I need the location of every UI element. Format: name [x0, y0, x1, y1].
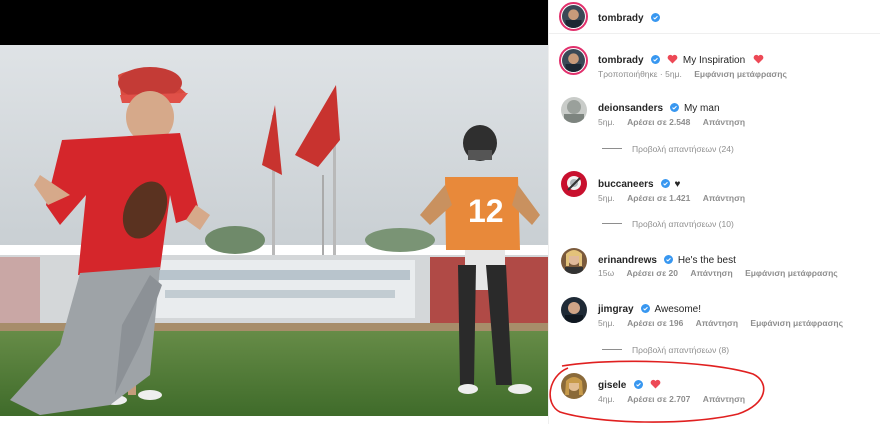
- likes-count[interactable]: Αρέσει σε 196: [627, 318, 683, 328]
- comment-time: 15ω: [598, 268, 615, 278]
- author-username[interactable]: tombrady: [598, 13, 644, 24]
- reply-button[interactable]: Απάντηση: [690, 268, 732, 278]
- comment-time: 5ημ.: [598, 117, 615, 127]
- comment-meta: 15ω Αρέσει σε 20 Απάντηση Εμφάνιση μετάφ…: [598, 268, 848, 278]
- verified-badge-icon: [670, 103, 680, 112]
- commenter-avatar[interactable]: [561, 248, 587, 274]
- jersey-number: 12: [468, 193, 504, 229]
- replies-divider: [602, 148, 622, 149]
- comment-username[interactable]: deionsanders: [598, 103, 663, 114]
- red-heart-icon: [753, 54, 763, 64]
- football-practice-image: 12: [0, 45, 548, 416]
- author-avatar[interactable]: [559, 2, 588, 31]
- comment-line: deionsanders My man: [598, 98, 720, 116]
- verified-badge-icon: [661, 179, 671, 188]
- comment-line: buccaneers ♥: [598, 174, 680, 192]
- reply-button[interactable]: Απάντηση: [696, 318, 738, 328]
- see-translation-link[interactable]: Εμφάνιση μετάφρασης: [694, 69, 787, 79]
- see-translation-link[interactable]: Εμφάνιση μετάφρασης: [745, 268, 838, 278]
- verified-badge-icon: [651, 55, 661, 64]
- post-header: tombrady: [549, 0, 880, 34]
- reply-button[interactable]: Απάντηση: [703, 193, 745, 203]
- view-replies-button[interactable]: Προβολή απαντήσεων (8): [602, 345, 729, 355]
- comment-line: erinandrews He's the best: [598, 250, 736, 268]
- comment-text: He's the best: [677, 255, 736, 266]
- comment-time: 5ημ.: [598, 318, 615, 328]
- comment-text: My man: [683, 103, 720, 114]
- view-replies-label: Προβολή απαντήσεων (24): [632, 144, 734, 154]
- commenter-avatar[interactable]: [561, 297, 587, 323]
- reply-button[interactable]: Απάντηση: [703, 117, 745, 127]
- comment-meta: 5ημ. Αρέσει σε 2.548 Απάντηση: [598, 117, 755, 127]
- comment-username[interactable]: buccaneers: [598, 179, 654, 190]
- verified-badge-icon: [641, 304, 651, 313]
- likes-count[interactable]: Αρέσει σε 1.421: [627, 193, 690, 203]
- post-photo: 12: [0, 0, 548, 424]
- comment-meta: 5ημ. Αρέσει σε 1.421 Απάντηση: [598, 193, 755, 203]
- verified-badge-icon: [651, 13, 661, 22]
- likes-count[interactable]: Αρέσει σε 2.548: [627, 117, 690, 127]
- view-replies-label: Προβολή απαντήσεων (10): [632, 219, 734, 229]
- photo-letterbox: [0, 0, 548, 45]
- view-replies-button[interactable]: Προβολή απαντήσεων (10): [602, 219, 734, 229]
- caption: tombrady My Inspiration: [598, 50, 764, 68]
- caption-username[interactable]: tombrady: [598, 55, 644, 66]
- view-replies-button[interactable]: Προβολή απαντήσεων (24): [602, 144, 734, 154]
- comment-username[interactable]: jimgray: [598, 304, 634, 315]
- comment-text: Awesome!: [654, 304, 701, 315]
- caption-avatar[interactable]: [559, 46, 588, 75]
- red-annotation-circle: [549, 360, 765, 423]
- comment-time: 5ημ.: [598, 193, 615, 203]
- edited-time: Τροποποιήθηκε · 5ημ.: [598, 69, 682, 79]
- see-translation-link[interactable]: Εμφάνιση μετάφρασης: [750, 318, 843, 328]
- commenter-avatar[interactable]: [561, 97, 587, 123]
- comment-username[interactable]: erinandrews: [598, 255, 657, 266]
- comment-line: jimgray Awesome!: [598, 299, 701, 317]
- verified-badge-icon: [664, 255, 674, 264]
- replies-divider: [602, 223, 622, 224]
- caption-meta: Τροποποιήθηκε · 5ημ. Εμφάνιση μετάφρασης: [598, 69, 797, 79]
- replies-divider: [602, 349, 622, 350]
- red-heart-icon: [668, 54, 678, 64]
- view-replies-label: Προβολή απαντήσεων (8): [632, 345, 730, 355]
- commenter-avatar[interactable]: [561, 171, 587, 197]
- comment-meta: 5ημ. Αρέσει σε 196 Απάντηση Εμφάνιση μετ…: [598, 318, 853, 328]
- likes-count[interactable]: Αρέσει σε 20: [626, 268, 677, 278]
- caption-text: My Inspiration: [682, 55, 746, 66]
- comment-text: ♥: [674, 179, 681, 190]
